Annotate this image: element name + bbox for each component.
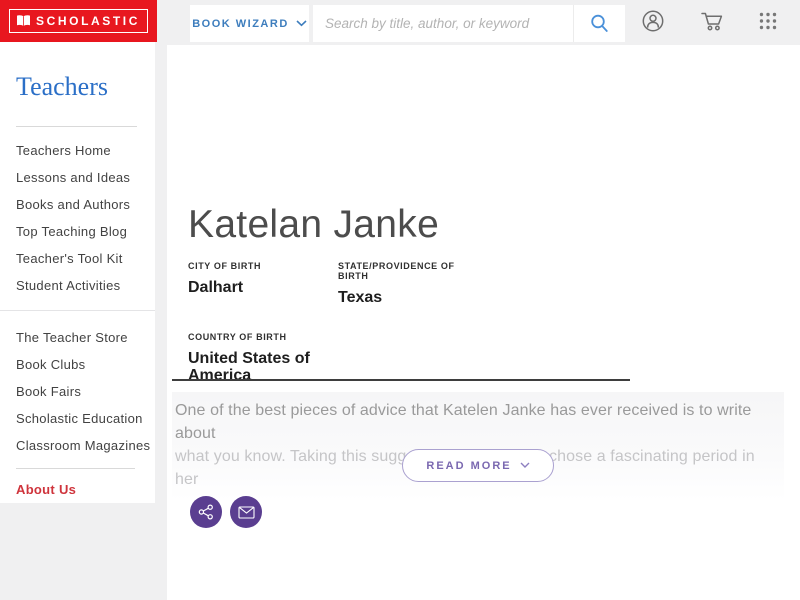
sidebar-divider-bottom [16,468,135,469]
sidebar-item-teachers-tool-kit[interactable]: Teacher's Tool Kit [0,245,155,272]
sidebar-nav-secondary: The Teacher Store Book Clubs Book Fairs … [0,324,155,459]
search-button[interactable] [573,5,625,42]
bio-divider [172,379,630,381]
read-more-button[interactable]: READ MORE [402,449,554,482]
main-content: Katelan Janke CITY OF BIRTH Dalhart STAT… [167,45,800,600]
author-birth-fields: CITY OF BIRTH Dalhart STATE/PROVIDENCE O… [188,261,488,384]
book-wizard-dropdown[interactable]: BOOK WIZARD [190,5,309,42]
scholastic-logo-box: SCHOLASTIC [9,9,148,33]
sidebar-item-top-teaching-blog[interactable]: Top Teaching Blog [0,218,155,245]
sidebar-title-teachers[interactable]: Teachers [16,72,155,102]
search-bar [313,5,625,42]
field-city-of-birth: CITY OF BIRTH Dalhart [188,261,338,306]
field-label: CITY OF BIRTH [188,261,262,271]
header-icon-group [640,0,778,42]
sidebar-item-books-and-authors[interactable]: Books and Authors [0,191,155,218]
bio-line-1: One of the best pieces of advice that Ka… [175,402,752,442]
search-icon [589,13,610,34]
field-state-of-birth: STATE/PROVIDENCE OF BIRTH Texas [338,261,488,306]
chevron-down-icon [520,462,530,469]
read-more-label: READ MORE [426,459,512,472]
sidebar-item-teachers-home[interactable]: Teachers Home [0,137,155,164]
email-button[interactable] [230,496,262,528]
social-buttons [190,496,262,528]
sidebar: Teachers Teachers Home Lessons and Ideas… [0,42,155,503]
apps-menu-button[interactable] [758,11,778,31]
sidebar-item-about-us[interactable]: About Us [16,482,155,497]
email-icon [237,505,255,519]
sidebar-nav-primary: Teachers Home Lessons and Ideas Books an… [0,137,155,299]
shopping-cart-icon [699,9,726,33]
share-button[interactable] [190,496,222,528]
field-label: COUNTRY OF BIRTH [188,332,287,342]
logo-text: SCHOLASTIC [36,14,140,28]
apps-grid-icon [758,11,778,31]
search-input[interactable] [313,5,573,42]
share-icon [198,504,214,520]
sidebar-item-lessons-and-ideas[interactable]: Lessons and Ideas [0,164,155,191]
field-country-of-birth: COUNTRY OF BIRTH United States of Americ… [188,332,318,384]
chevron-down-icon [296,20,307,27]
user-account-icon [640,8,666,34]
sidebar-divider-section [0,310,155,311]
account-button[interactable] [640,8,666,34]
sidebar-divider-top [16,126,137,127]
book-wizard-label: BOOK WIZARD [192,17,289,30]
scholastic-logo[interactable]: SCHOLASTIC [0,0,157,42]
open-book-icon [16,15,31,27]
field-value: Dalhart [188,279,244,296]
author-bio-excerpt: One of the best pieces of advice that Ka… [172,392,784,500]
sidebar-item-student-activities[interactable]: Student Activities [0,272,155,299]
sidebar-item-scholastic-education[interactable]: Scholastic Education [0,405,155,432]
field-value: Texas [338,289,383,306]
field-label: STATE/PROVIDENCE OF BIRTH [338,261,455,281]
sidebar-item-book-fairs[interactable]: Book Fairs [0,378,155,405]
sidebar-item-the-teacher-store[interactable]: The Teacher Store [0,324,155,351]
sidebar-item-book-clubs[interactable]: Book Clubs [0,351,155,378]
cart-button[interactable] [699,9,726,33]
sidebar-item-classroom-magazines[interactable]: Classroom Magazines [0,432,155,459]
author-name-title: Katelan Janke [188,203,440,246]
